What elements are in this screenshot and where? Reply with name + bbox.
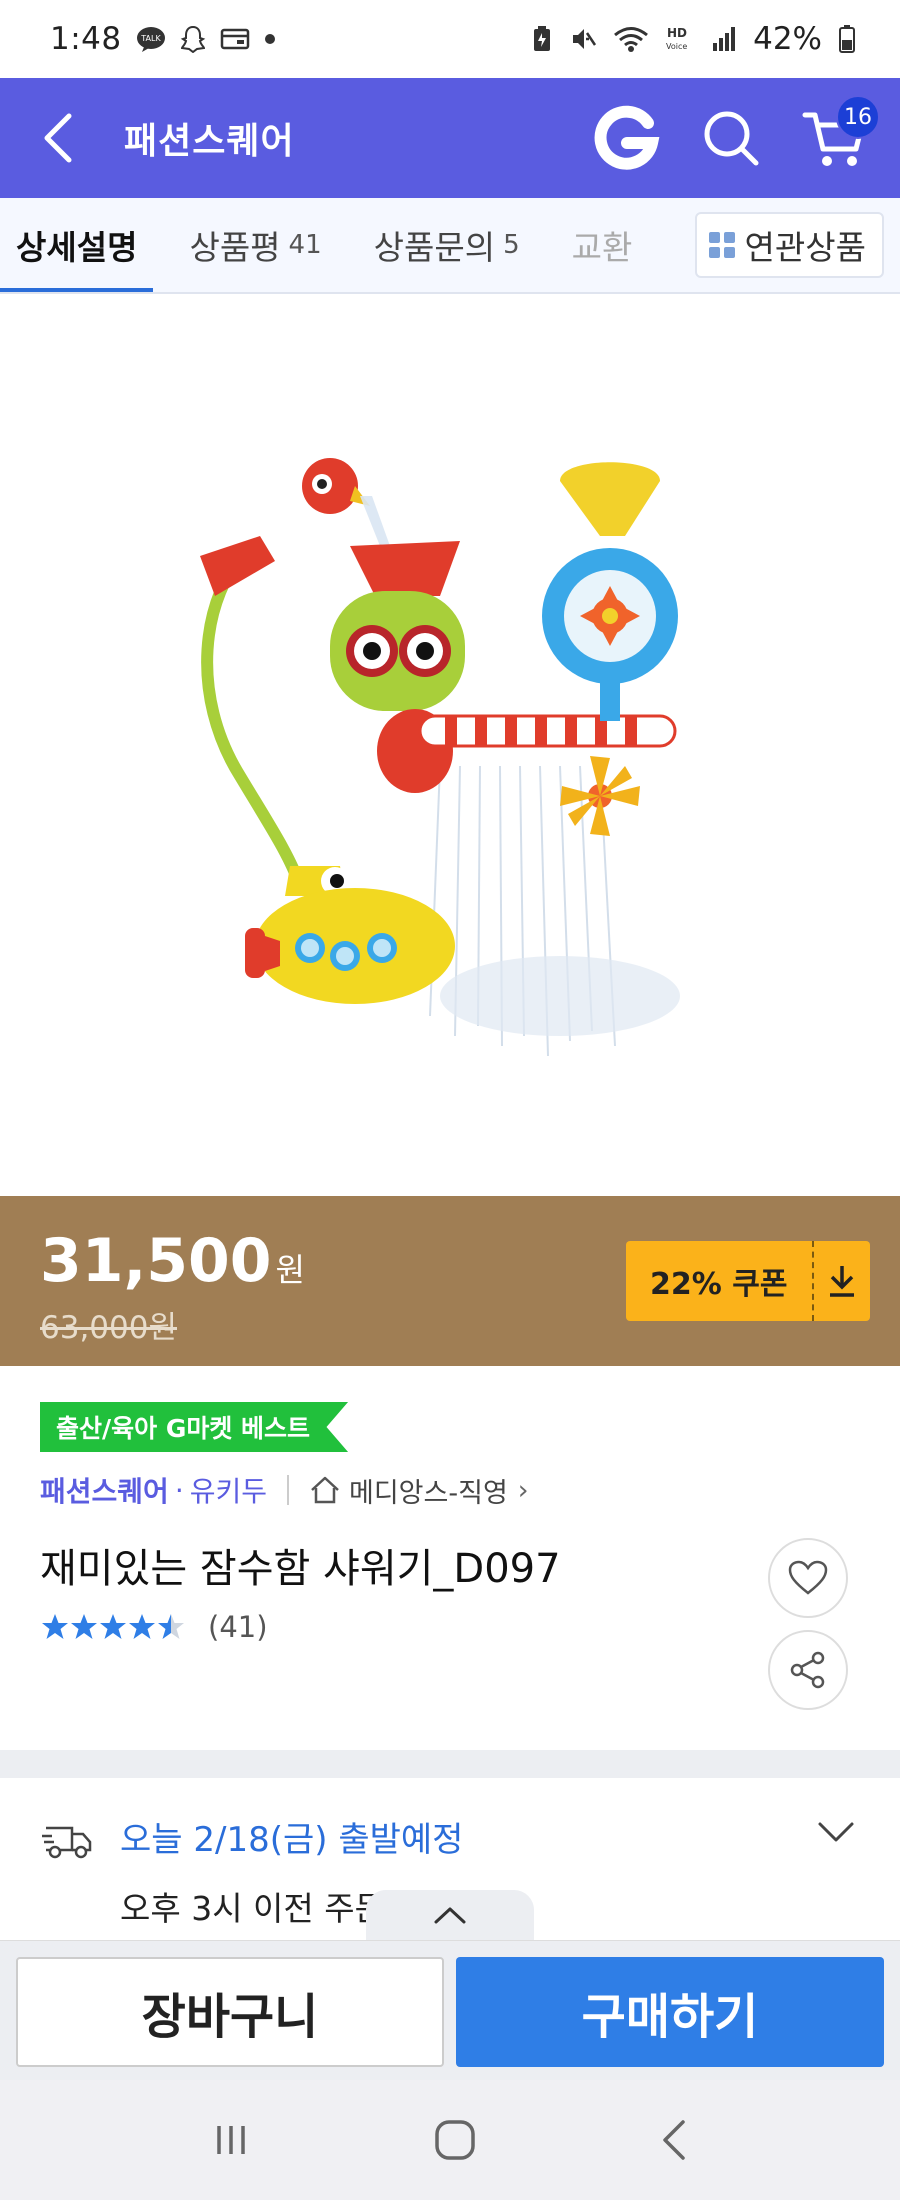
store-title[interactable]: 패션스퀘어 [124,112,295,164]
snapchat-icon [180,25,205,53]
rating[interactable]: (41) [40,1610,268,1644]
delivery-headline: 오늘 2/18(금) 출발예정 [120,1820,464,1860]
gmarket-logo-icon[interactable] [594,105,660,171]
product-image[interactable] [0,296,900,1196]
tab-count: 41 [288,230,322,260]
purchase-action-bar: 장바구니 구매하기 [0,1940,900,2080]
price-bar: 31,500 원 63,000원 22% 쿠폰 [0,1196,900,1366]
sale-price-value: 31,500 [40,1226,272,1296]
battery-icon [839,25,855,53]
wifi-icon [614,27,649,52]
cart-button[interactable]: 16 [802,95,880,171]
divider [287,1475,289,1505]
wishlist-button[interactable] [768,1538,848,1618]
share-button[interactable] [768,1630,848,1710]
collapse-handle[interactable] [366,1890,534,1940]
coupon-button[interactable]: 22% 쿠폰 [626,1241,870,1321]
original-price: 63,000원 [40,1310,177,1346]
tab-reviews[interactable]: 상품평 41 [189,198,322,292]
grid-icon [708,232,735,258]
chevron-right-icon: › [517,1474,529,1506]
battery-level: 42% [753,21,822,57]
brand-link[interactable]: 패션스퀘어 [40,1470,169,1510]
tab-label: 상세설명 [16,228,138,267]
product-info: 출산/육아 G마켓 베스트 패션스퀘어 · 유키두 메디앙스-직영 › 재미있는… [0,1366,900,1750]
tab-label: 상품문의 [373,228,496,267]
tab-count: 5 [503,230,520,260]
tab-description[interactable]: 상세설명 [0,198,154,292]
related-products-button[interactable]: 연관상품 [694,212,884,278]
download-icon [830,1266,854,1297]
chevron-left-icon [44,113,72,163]
tab-label: 교환 [571,228,633,267]
battery-saver-icon [534,26,551,51]
system-nav-bar [0,2080,900,2200]
clock: 1:48 [50,21,122,57]
product-title: 재미있는 잠수함 샤워기_D097 [40,1546,561,1592]
sale-price: 31,500 원 [40,1226,305,1296]
coupon-download[interactable] [812,1241,870,1321]
coupon-label: 22% 쿠폰 [650,1267,788,1302]
status-bar: 1:48 TALK HD Voice 42% [0,0,900,78]
chevron-down-icon[interactable] [816,1820,856,1844]
related-label: 연관상품 [744,228,866,267]
search-icon[interactable] [702,109,760,167]
star-rating-icon [42,1614,184,1639]
svg-text:HD: HD [667,26,687,40]
submarine-shower-toy-illustration [200,458,680,1057]
brand-separator: · [174,1473,184,1507]
svg-text:TALK: TALK [140,34,161,43]
talk-icon: TALK [136,27,165,52]
sub-brand-link[interactable]: 유키두 [190,1470,267,1510]
add-to-cart-button[interactable]: 장바구니 [16,1957,444,2067]
best-badge[interactable]: 출산/육아 G마켓 베스트 [40,1402,349,1452]
tab-exchange[interactable]: 교환 [571,198,633,292]
dot-icon [264,34,275,44]
recent-apps-icon[interactable] [211,2120,251,2160]
section-divider [0,1750,900,1778]
mute-icon [573,29,597,49]
truck-icon [42,1826,92,1859]
share-icon [790,1651,825,1689]
signal-icon [713,27,736,51]
currency-unit: 원 [275,1251,305,1289]
home-icon [311,1476,339,1504]
system-back-icon[interactable] [659,2118,689,2162]
tab-questions[interactable]: 상품문의 5 [373,198,520,292]
shop-link[interactable]: 메디앙스-직영 [349,1471,508,1510]
home-button-icon[interactable] [433,2118,477,2162]
svg-text:Voice: Voice [666,42,687,51]
volte-icon: HD Voice [666,26,687,51]
tab-label: 상품평 [189,228,281,267]
card-icon [220,28,249,50]
seller-row: 패션스퀘어 · 유키두 메디앙스-직영 › [40,1470,529,1510]
buy-now-button[interactable]: 구매하기 [456,1957,884,2067]
heart-icon [788,1560,828,1595]
back-button[interactable] [28,108,88,168]
app-header: 패션스퀘어 16 [0,78,900,198]
chevron-up-icon [434,1907,466,1924]
cart-count-badge: 16 [836,95,880,139]
review-count: (41) [208,1610,268,1644]
